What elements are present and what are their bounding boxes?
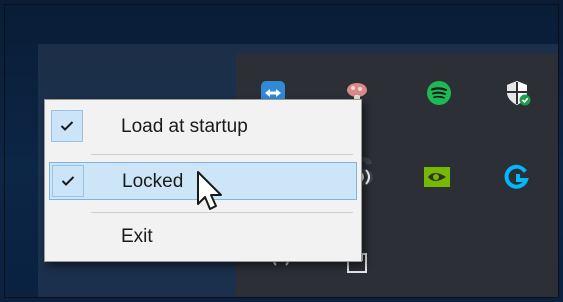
menu-item-label: Load at startup — [121, 116, 248, 137]
spotify-icon[interactable] — [422, 76, 456, 110]
menu-separator — [91, 154, 353, 155]
mouse-cursor-hand-icon — [197, 171, 222, 210]
logitech-g-icon[interactable] — [500, 160, 534, 194]
menu-item-label: Locked — [122, 171, 184, 192]
menu-item-exit[interactable]: Exit — [49, 218, 357, 256]
menu-item-label: Exit — [121, 226, 153, 247]
checkmark-icon — [51, 110, 83, 142]
menu-item-load-at-startup[interactable]: Load at startup — [49, 108, 357, 146]
security-shield-icon[interactable] — [500, 76, 534, 110]
checkmark-icon — [52, 165, 84, 197]
nvidia-icon[interactable] — [420, 160, 454, 194]
